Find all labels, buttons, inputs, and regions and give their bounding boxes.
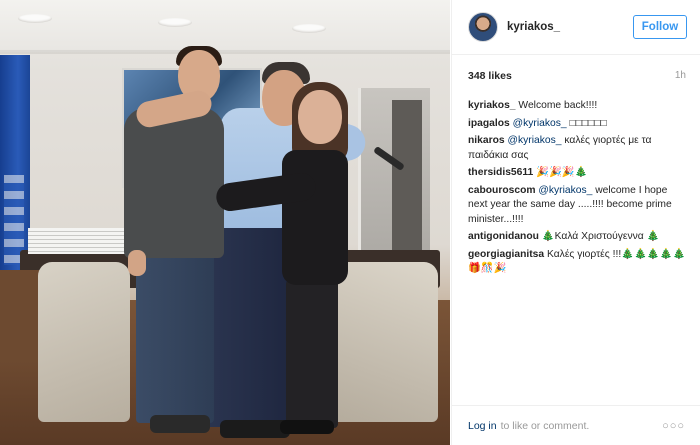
comment-username[interactable]: cabouroscom (468, 185, 536, 196)
comment-username[interactable]: nikaros (468, 135, 505, 146)
login-link[interactable]: Log in (468, 420, 497, 432)
post-photo[interactable] (0, 0, 450, 445)
person-left-shoes (150, 415, 210, 433)
comment-username[interactable]: georgiagianitsa (468, 249, 544, 260)
comment-username[interactable]: kyriakos_ (468, 100, 516, 111)
person-right-face (298, 90, 342, 144)
ceiling-light (158, 18, 192, 27)
door-opening (392, 100, 422, 270)
person-left-shirt (124, 108, 224, 258)
comment-mention[interactable]: @kyriakos_ (538, 185, 592, 196)
comment: georgiagianitsa Καλές γιορτές !!!🎄🎄🎄🎄🎄🎁🎊… (468, 248, 688, 277)
ceiling (0, 0, 450, 52)
comment-mention[interactable]: @kyriakos_ (513, 118, 567, 129)
login-prompt-text: to like or comment. (500, 419, 590, 432)
comment-mention[interactable]: @kyriakos_ (508, 135, 562, 146)
armchair-right (328, 262, 438, 422)
person-left-hand (128, 250, 146, 276)
comment-text: 🎄Καλά Χριστούγεννα 🎄 (541, 231, 660, 242)
comment-text: Welcome back!!!! (518, 100, 598, 111)
comment: antigonidanou 🎄Καλά Χριστούγεννα 🎄 (468, 230, 688, 245)
comment: cabouroscom @kyriakos_ welcome I hope ne… (468, 184, 688, 228)
comment-text: □□□□□□ (569, 117, 607, 129)
more-options-icon[interactable]: ○○○ (662, 420, 685, 432)
likes-count[interactable]: 348 likes (468, 70, 512, 82)
comment: kyriakos_ Welcome back!!!! (468, 99, 688, 114)
avatar[interactable] (468, 12, 498, 42)
post-username[interactable]: kyriakos_ (507, 21, 633, 33)
comment-list: kyriakos_ Welcome back!!!! ipagalos @kyr… (468, 99, 688, 280)
comment-username[interactable]: thersidis5611 (468, 167, 533, 178)
paper-stack (28, 228, 133, 254)
post-meta: 348 likes 1h (468, 70, 686, 82)
comment-username[interactable]: antigonidanou (468, 231, 539, 242)
ceiling-light (292, 24, 326, 33)
comment-username[interactable]: ipagalos (468, 118, 510, 129)
comment: thersidis5611 🎉🎉🎉🎄 (468, 166, 688, 181)
armchair-left (38, 262, 130, 422)
ceiling-light (18, 14, 52, 23)
comment: ipagalos @kyriakos_ □□□□□□ (468, 117, 688, 132)
comment: nikaros @kyriakos_ καλές γιορτές με τα π… (468, 134, 688, 163)
post-footer: Log in to like or comment. ○○○ (452, 405, 700, 445)
person-right-shoes (280, 420, 334, 434)
person-right-outfit (282, 150, 348, 285)
wall-shadow (0, 50, 450, 54)
post-time[interactable]: 1h (675, 70, 686, 82)
follow-button[interactable]: Follow (633, 15, 687, 39)
post-header: kyriakos_ Follow (452, 0, 700, 55)
person-right-legs (286, 280, 338, 428)
person-left-jeans (136, 248, 214, 423)
comment-text: 🎉🎉🎉🎄 (536, 167, 588, 178)
post-side-panel: kyriakos_ Follow 348 likes 1h kyriakos_ … (451, 0, 700, 445)
